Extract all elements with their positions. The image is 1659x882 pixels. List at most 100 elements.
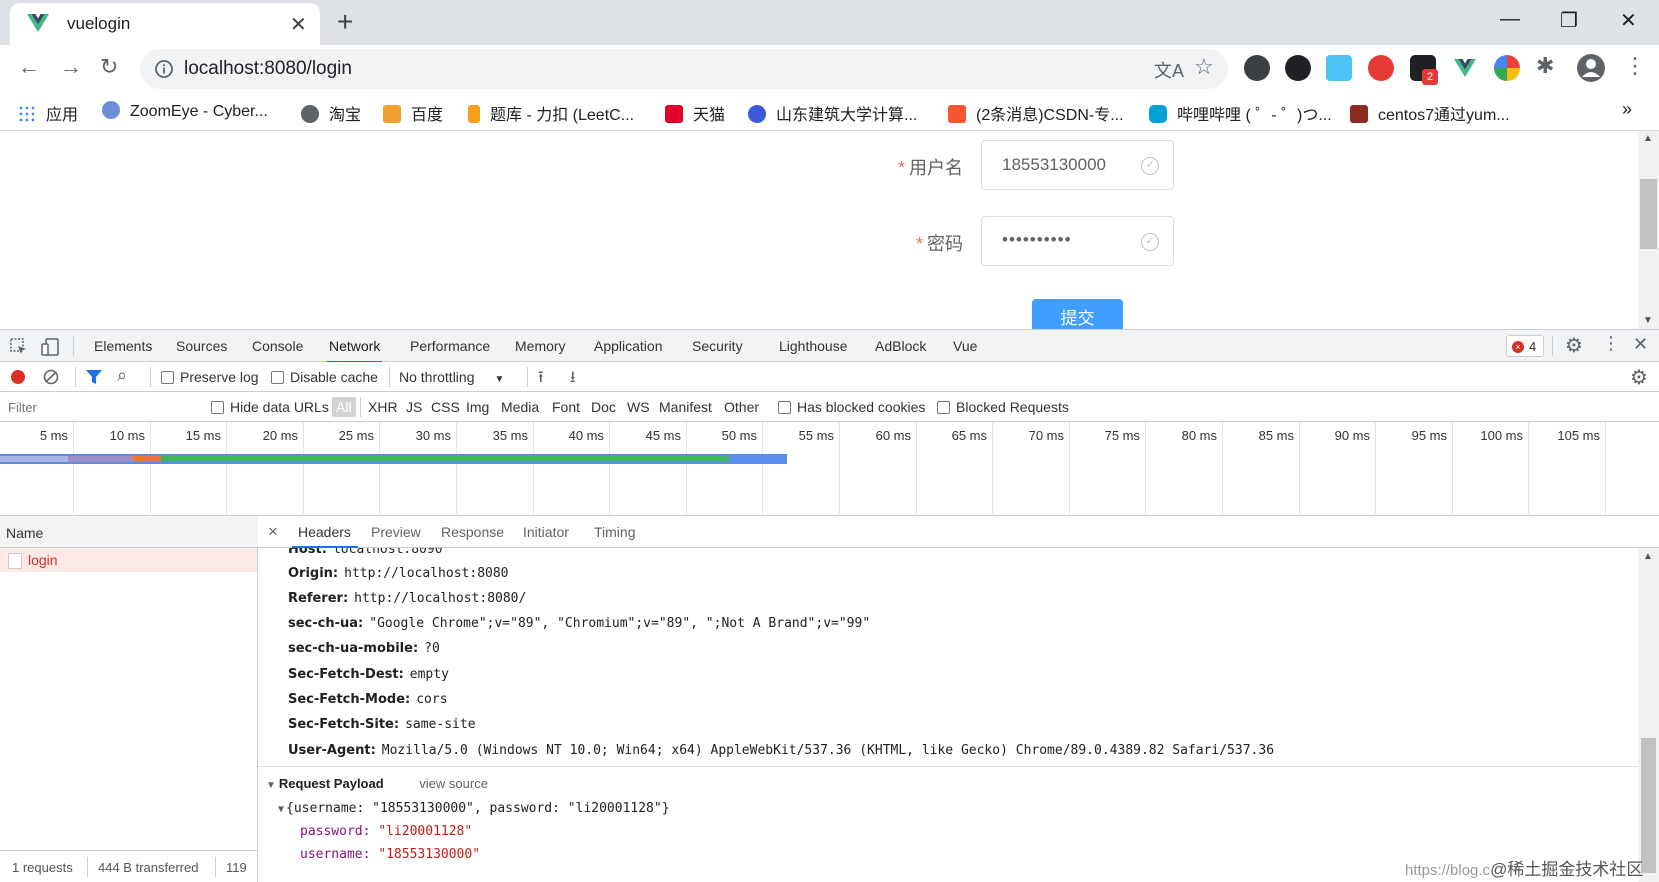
type-ws[interactable]: WS [627,399,650,415]
site-info-icon[interactable] [154,59,174,79]
detail-scrollbar[interactable]: ▲ [1638,548,1659,882]
view-source-link[interactable]: view source [419,776,488,791]
detail-close-icon[interactable]: × [268,522,278,542]
error-counter[interactable]: × 4 [1506,335,1544,357]
request-row-login[interactable]: login [0,548,257,572]
submit-button[interactable]: 提交 [1032,299,1123,329]
tab-lighthouse[interactable]: Lighthouse [779,338,848,354]
url-text[interactable]: localhost:8080/login [184,58,352,80]
download-extension-icon[interactable] [1244,55,1270,81]
devtools-settings-icon[interactable]: ⚙ [1565,333,1583,358]
preserve-log-checkbox[interactable]: Preserve log [161,369,259,385]
back-button[interactable]: ← [18,54,40,80]
name-column-header[interactable]: Name [0,516,258,548]
translate-icon[interactable]: 文A [1154,57,1184,83]
tab-close-icon[interactable]: ✕ [290,12,307,37]
tab-performance[interactable]: Performance [410,338,490,354]
timeline-gridline [1299,422,1300,516]
bookmarks-overflow-icon[interactable]: » [1622,99,1632,120]
reload-button[interactable]: ↻ [100,54,118,80]
bookmark-zoomeye[interactable]: ZoomEye - Cyber... [102,101,268,121]
tab-application[interactable]: Application [594,338,663,354]
detail-tab-preview[interactable]: Preview [371,524,421,540]
bookmark-centos[interactable]: centos7通过yum... [1350,101,1510,125]
record-icon[interactable] [11,370,25,384]
timeline-tick-label: 55 ms [798,428,834,443]
forward-button[interactable]: → [60,54,82,80]
color-extension-icon[interactable] [1494,55,1520,81]
network-overview[interactable]: 5 ms 10 ms 15 ms 20 ms 25 ms 30 ms 35 ms 40 ms 4… [0,422,1659,516]
tab-sources[interactable]: Sources [176,338,227,354]
tab-security[interactable]: Security [692,338,743,354]
detail-tab-initiator[interactable]: Initiator [523,524,569,540]
detail-scrollbar-thumb[interactable] [1641,738,1656,873]
import-har-icon[interactable]: ⭱ [538,366,544,393]
address-bar[interactable]: localhost:8080/login 文A ☆ [140,49,1228,89]
disable-cache-checkbox[interactable]: Disable cache [271,369,378,385]
type-img[interactable]: Img [466,399,489,415]
bookmark-tmall[interactable]: 天猫 [665,101,725,125]
bookmark-baidu[interactable]: 百度 [383,101,443,125]
zoomeye-icon [102,101,120,119]
bookmark-taobao[interactable]: 淘宝 [301,101,361,125]
search-icon[interactable]: ⌕ [117,365,127,386]
payload-object[interactable]: ▼ {username: "18553130000", password: "li… [278,801,670,816]
devtools-menu-icon[interactable]: ⋮ [1602,333,1620,354]
bookmark-star-icon[interactable]: ☆ [1194,54,1214,80]
type-xhr[interactable]: XHR [368,399,398,415]
tab-network[interactable]: Network [326,338,383,363]
tab-elements[interactable]: Elements [94,338,152,354]
browser-tab[interactable]: vuelogin ✕ [10,3,320,45]
devtools-close-icon[interactable]: ✕ [1633,334,1648,355]
type-css[interactable]: CSS [431,399,460,415]
type-manifest[interactable]: Manifest [659,399,712,415]
bookmark-bilibili[interactable]: 哔哩哔哩 ( ゜- ゜)つ... [1149,101,1332,125]
menu-kebab-icon[interactable]: ⋮ [1624,53,1646,79]
status-resources: 119 [226,860,247,875]
device-toolbar-icon[interactable] [41,338,59,356]
throttling-select[interactable]: No throttling ▼ [399,369,504,385]
type-all[interactable]: All [332,397,356,417]
blocked-requests-checkbox[interactable]: Blocked Requests [937,399,1069,415]
export-har-icon[interactable]: ⭳ [570,366,576,393]
vd-extension-icon[interactable] [1285,55,1311,81]
type-font[interactable]: Font [552,399,580,415]
hide-data-urls-checkbox[interactable]: Hide data URLs [211,399,329,415]
extensions-puzzle-icon[interactable]: ✱ [1536,53,1554,79]
detail-tab-headers[interactable]: Headers [298,524,351,540]
restore-button[interactable]: ❐ [1560,8,1578,33]
tab-vue[interactable]: Vue [953,338,977,354]
tab-console[interactable]: Console [252,338,303,354]
detail-tab-response[interactable]: Response [441,524,504,540]
request-detail-pane: × Headers Preview Response Initiator Tim… [258,516,1659,882]
page-scrollbar[interactable]: ▲ ▼ [1638,131,1659,329]
filter-icon[interactable] [85,369,103,385]
bookmark-sdjzu[interactable]: 山东建筑大学计算... [748,101,917,125]
type-media[interactable]: Media [501,399,539,415]
username-input[interactable]: 18553130000 ✓ [981,140,1174,190]
filter-input[interactable] [4,396,194,418]
copy-extension-icon[interactable] [1326,55,1352,81]
vue-devtools-icon[interactable] [1452,56,1478,80]
inspect-element-icon[interactable] [10,338,28,356]
new-tab-button[interactable]: + [337,6,353,38]
clear-icon[interactable] [43,369,59,385]
type-js[interactable]: JS [406,399,422,415]
minimize-button[interactable]: — [1500,8,1520,31]
network-settings-icon[interactable]: ⚙ [1630,365,1648,390]
type-doc[interactable]: Doc [591,399,616,415]
tab-adblock[interactable]: AdBlock [875,338,926,354]
tab-memory[interactable]: Memory [515,338,566,354]
detail-tab-timing[interactable]: Timing [594,524,636,540]
bookmark-csdn[interactable]: (2条消息)CSDN-专... [948,101,1124,125]
page-scrollbar-thumb[interactable] [1640,179,1657,249]
window-close-button[interactable]: ✕ [1620,8,1637,33]
bookmark-leetcode[interactable]: 题库 - 力扣 (LeetC... [468,101,634,125]
adblock-extension-icon[interactable] [1368,55,1394,81]
profile-avatar-icon[interactable] [1576,53,1606,83]
request-payload-section[interactable]: ▼ Request Payload view source [266,776,488,791]
has-blocked-cookies-checkbox[interactable]: Has blocked cookies [778,399,925,415]
password-input[interactable]: •••••••••• ✓ [981,216,1174,266]
type-other[interactable]: Other [724,399,759,415]
bookmark-apps[interactable]: 应用 [18,101,78,125]
